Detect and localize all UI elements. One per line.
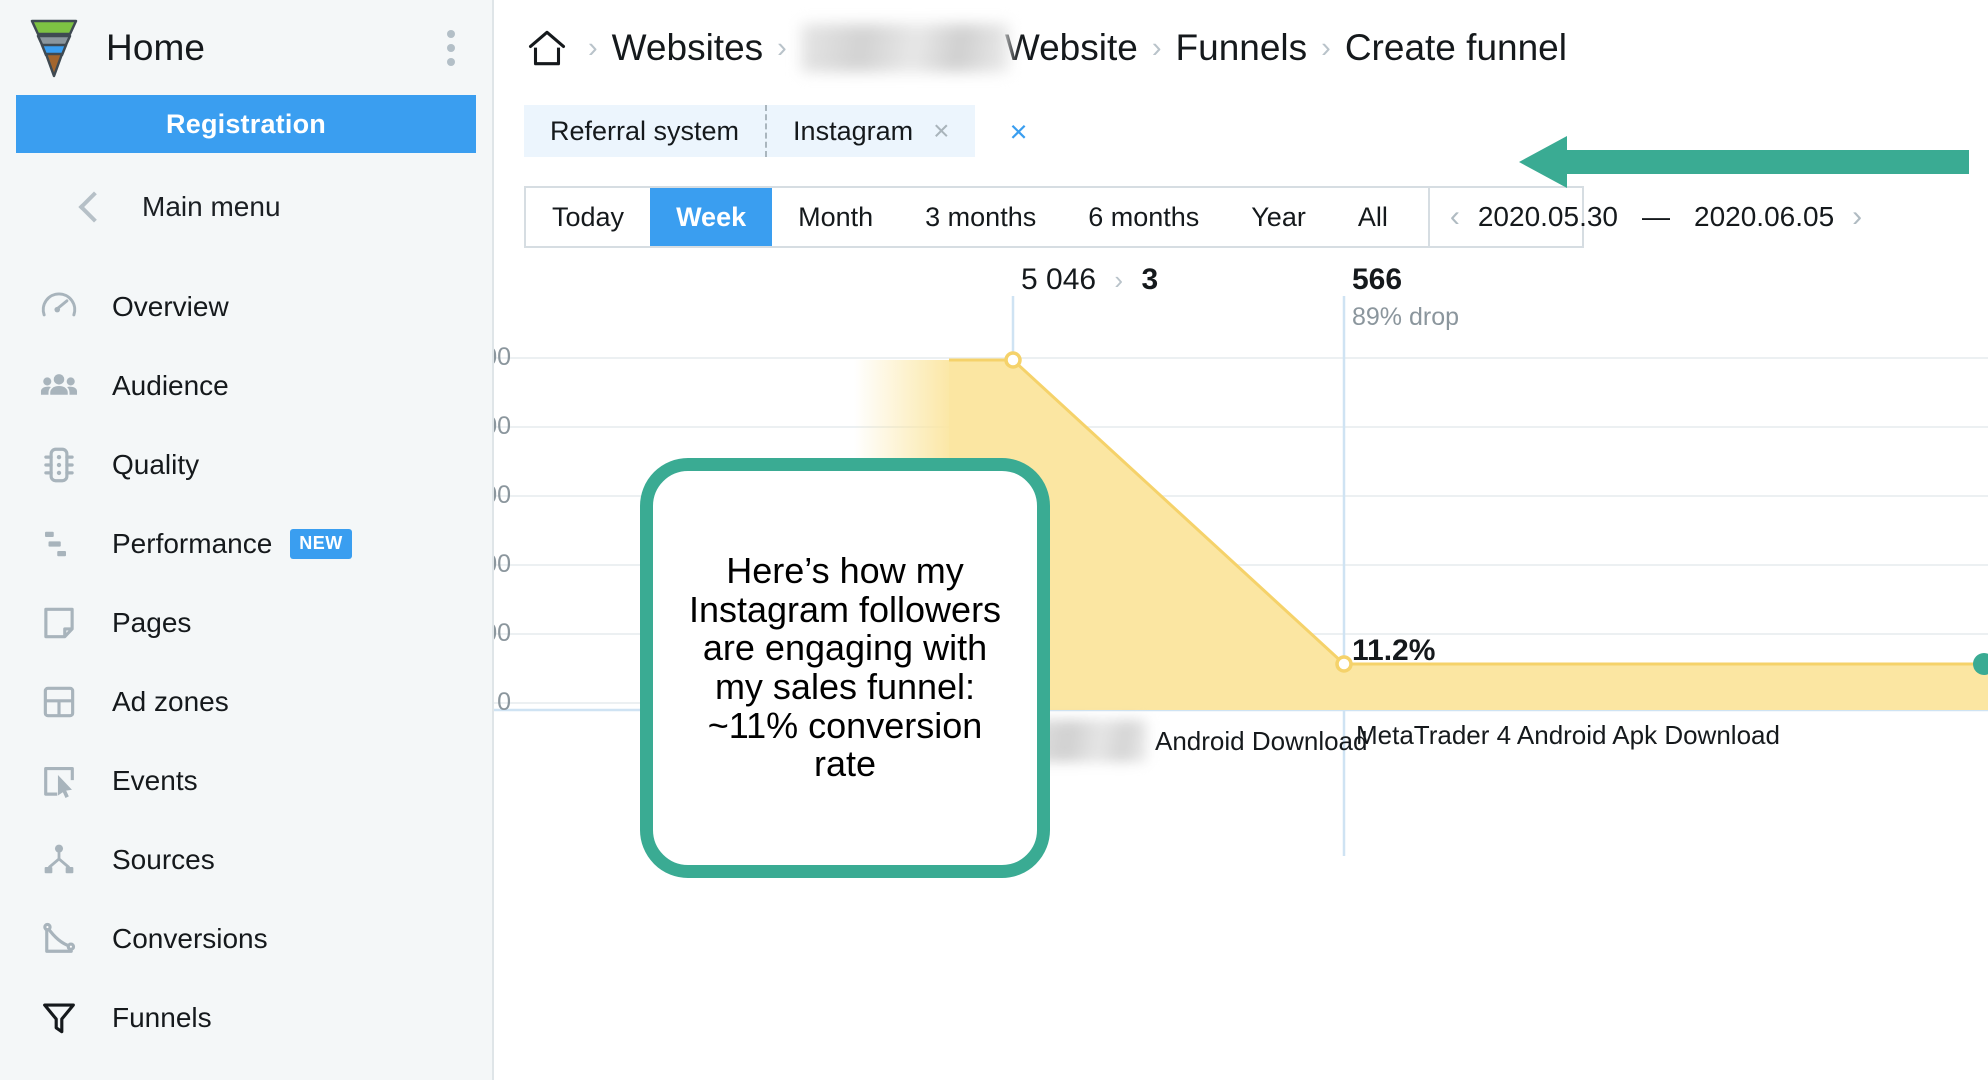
sidebar-header: Home — [0, 0, 492, 95]
sidebar: Home Registration Main menu Overview — [0, 0, 494, 1080]
funnel-step-1-stat: 5 046 › 3 — [1021, 263, 1158, 297]
main-menu-back[interactable]: Main menu — [0, 167, 492, 247]
date-to[interactable]: 2020.06.05 — [1694, 201, 1834, 233]
cursor-click-icon — [36, 758, 82, 804]
sidebar-item-sources[interactable]: Sources — [0, 820, 492, 899]
sidebar-item-label: Ad zones — [112, 686, 229, 718]
sidebar-item-label: Funnels — [112, 1002, 212, 1034]
period-week[interactable]: Week — [650, 188, 772, 246]
period-month[interactable]: Month — [772, 188, 899, 246]
main-menu-label: Main menu — [142, 191, 281, 223]
sidebar-item-label: Audience — [112, 370, 229, 402]
funnel-step-1-label-text: Android Download — [1155, 726, 1367, 757]
period-selector: Today Week Month 3 months 6 months Year … — [524, 186, 1584, 248]
y-tick-label: 0 — [497, 688, 511, 717]
home-icon[interactable] — [524, 25, 570, 71]
filter-tabs: Referral system Instagram × — [524, 105, 975, 157]
traffic-light-icon — [36, 442, 82, 488]
breadcrumb-separator: › — [777, 32, 787, 65]
sitemap-icon — [36, 837, 82, 883]
y-tick-label: 5 000 — [494, 343, 511, 372]
chevron-left-icon — [78, 191, 109, 222]
gantt-icon — [36, 521, 82, 567]
sidebar-item-audience[interactable]: Audience — [0, 346, 492, 425]
sidebar-item-label: Conversions — [112, 923, 268, 955]
sidebar-nav: Overview Audience — [0, 267, 492, 1057]
y-tick-label: 2 000 — [494, 550, 511, 579]
funnel-step-1-label[interactable]: Android Download — [1027, 720, 1367, 762]
period-today[interactable]: Today — [526, 188, 650, 246]
people-icon — [36, 363, 82, 409]
funnel-conversion-rate: 11.2% — [1352, 634, 1435, 668]
funnel-step-2-label[interactable]: MetaTrader 4 Android Apk Download — [1356, 720, 1780, 751]
next-period-icon[interactable]: › — [1852, 200, 1862, 234]
page-icon — [36, 600, 82, 646]
sidebar-item-label: Pages — [112, 607, 191, 639]
filter-tab-instagram[interactable]: Instagram × — [765, 105, 975, 157]
status-badge: NEW — [290, 529, 352, 559]
sidebar-item-label: Events — [112, 765, 198, 797]
funnel-step-2-label-text: MetaTrader 4 Android Apk Download — [1356, 720, 1780, 751]
period-year[interactable]: Year — [1225, 188, 1332, 246]
clear-filters-icon[interactable]: × — [1009, 116, 1027, 147]
filter-tab-label: Instagram — [793, 116, 913, 147]
layout-grid-icon — [36, 679, 82, 725]
funnel-step-2-value: 566 — [1352, 263, 1402, 296]
period-3-months[interactable]: 3 months — [899, 188, 1062, 246]
close-icon[interactable]: × — [933, 117, 949, 145]
sidebar-item-pages[interactable]: Pages — [0, 583, 492, 662]
callout-text: Here’s how my Instagram followers are en… — [675, 552, 1015, 783]
breadcrumb-separator: › — [1152, 32, 1162, 65]
sidebar-item-events[interactable]: Events — [0, 741, 492, 820]
funnel-step-1-value: 5 046 — [1021, 263, 1096, 296]
breadcrumb-separator: › — [588, 32, 598, 65]
registration-button[interactable]: Registration — [16, 95, 476, 153]
breadcrumb-item-website[interactable]: Website — [1005, 27, 1138, 69]
home-title: Home — [106, 27, 205, 69]
left-arrow-annotation — [1519, 134, 1969, 190]
speedometer-icon — [36, 284, 82, 330]
filter-tab-referral-system[interactable]: Referral system — [524, 105, 765, 157]
date-range: ‹ 2020.05.30 — 2020.06.05 › — [1428, 188, 1882, 246]
breadcrumb-item-create-funnel[interactable]: Create funnel — [1345, 27, 1567, 69]
breadcrumb: › Websites › Website › Funnels › Create … — [494, 0, 1988, 96]
sidebar-item-funnels[interactable]: Funnels — [0, 978, 492, 1057]
funnel-icon — [36, 995, 82, 1041]
sidebar-item-conversions[interactable]: Conversions — [0, 899, 492, 978]
sidebar-item-performance[interactable]: Performance NEW — [0, 504, 492, 583]
funnel-step-1-value-row: 5 046 › 3 — [1021, 263, 1158, 297]
funnel-step-2-stat: 566 89% drop — [1352, 263, 1459, 332]
funnel-area — [949, 360, 1988, 710]
breadcrumb-item-funnels[interactable]: Funnels — [1176, 27, 1308, 69]
more-vertical-icon[interactable] — [436, 28, 466, 68]
sidebar-item-ad-zones[interactable]: Ad zones — [0, 662, 492, 741]
date-dash: — — [1642, 201, 1670, 233]
funnel-node-1 — [1006, 353, 1020, 367]
funnel-logo-icon — [26, 17, 82, 79]
date-from[interactable]: 2020.05.30 — [1478, 201, 1618, 233]
y-tick-label: 1 000 — [494, 619, 511, 648]
breadcrumb-item-websites[interactable]: Websites — [612, 27, 764, 69]
sidebar-item-overview[interactable]: Overview — [0, 267, 492, 346]
chevron-right-icon: › — [1114, 265, 1123, 295]
y-tick-label: 4 000 — [494, 412, 511, 441]
period-6-months[interactable]: 6 months — [1062, 188, 1225, 246]
sidebar-item-label: Overview — [112, 291, 229, 323]
funnel-step-2-drop: 89% drop — [1352, 303, 1459, 332]
period-all[interactable]: All — [1332, 188, 1414, 246]
breadcrumb-separator: › — [1321, 32, 1331, 65]
sidebar-item-quality[interactable]: Quality — [0, 425, 492, 504]
conversion-curve-icon — [36, 916, 82, 962]
sidebar-item-label: Sources — [112, 844, 215, 876]
funnel-step-1-count: 3 — [1141, 263, 1158, 296]
funnel-node-2 — [1337, 657, 1351, 671]
redacted-site-name — [801, 24, 1009, 72]
previous-period-icon[interactable]: ‹ — [1450, 200, 1460, 234]
sidebar-item-label: Quality — [112, 449, 199, 481]
y-tick-label: 3 000 — [494, 481, 511, 510]
callout-annotation: Here’s how my Instagram followers are en… — [640, 458, 1050, 878]
filter-tab-label: Referral system — [550, 116, 739, 147]
sidebar-item-label: Performance — [112, 528, 272, 560]
